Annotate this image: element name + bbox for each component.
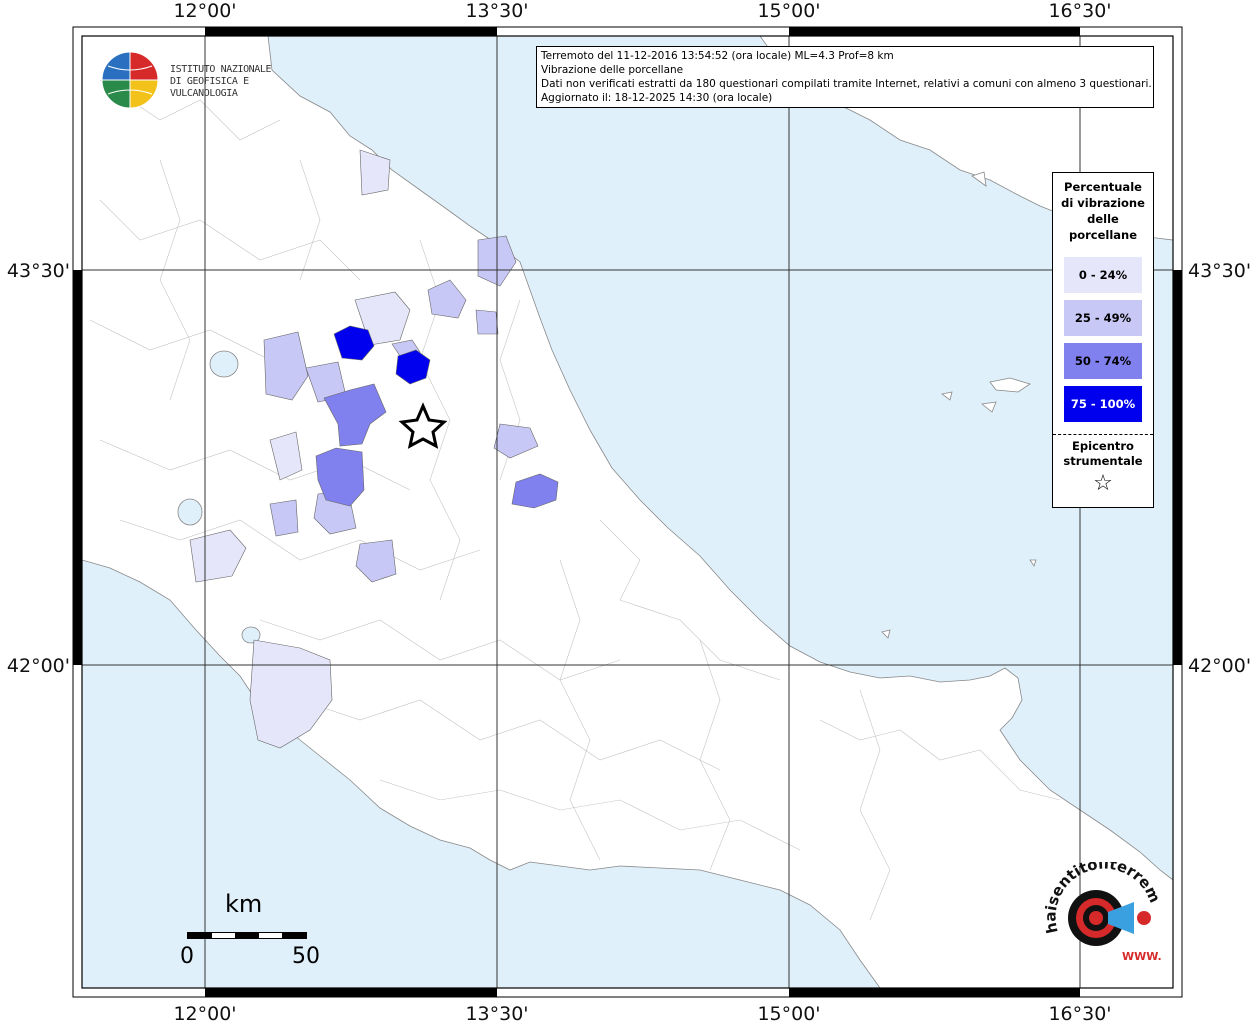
legend-star-icon: ☆ [1093, 471, 1113, 496]
tick-bottom-4: 16°30' [1048, 1003, 1111, 1024]
haisentito-logo: haisentitoilterremoto.it WWW. [1035, 848, 1175, 982]
globe-icon [101, 51, 159, 109]
tick-bottom-2: 13°30' [465, 1003, 528, 1024]
tick-bottom-3: 15°00' [757, 1003, 820, 1024]
parameter-name: Vibrazione delle porcellane [541, 64, 684, 76]
legend: Percentuale di vibrazione delle porcella… [1052, 172, 1154, 508]
event-info-box: Terremoto del 11-12-2016 13:54:52 (ora l… [536, 46, 1154, 108]
tick-top-4: 16°30' [1048, 0, 1111, 22]
tick-left-1: 43°30' [7, 260, 70, 282]
lake-bolsena [177, 498, 203, 526]
institute-name-line1: ISTITUTO NAZIONALE [170, 64, 272, 75]
update-time: Aggiornato il: 18-12-2025 14:30 (ora loc… [541, 92, 773, 104]
legend-epicenter-line: Epicentro [1072, 439, 1134, 453]
legend-class-50-74: 50 - 74% [1064, 343, 1142, 379]
legend-title-line: Percentuale [1064, 180, 1142, 194]
legend-title-line: delle [1087, 212, 1119, 226]
event-title: Terremoto del 11-12-2016 13:54:52 (ora l… [541, 50, 894, 62]
scale-bar-graphic [187, 932, 307, 939]
legend-title-line: porcellane [1068, 228, 1138, 242]
legend-epicenter-label: Epicentro strumentale [1053, 439, 1153, 469]
tick-top-1: 12°00' [173, 0, 236, 22]
legend-title-line: di vibrazione [1061, 196, 1145, 210]
tick-top-3: 15°00' [757, 0, 820, 22]
scale-bar: km 0 50 [180, 888, 320, 978]
logo-www: WWW. [1122, 950, 1162, 963]
data-note: Dati non verificati estratti da 180 ques… [541, 78, 1152, 90]
tick-bottom-1: 12°00' [173, 1003, 236, 1024]
legend-epicenter-line: strumentale [1063, 454, 1143, 468]
institute-logo: ISTITUTO NAZIONALE DI GEOFISICA E VULCAN… [100, 50, 310, 110]
legend-class-75-100: 75 - 100% [1064, 386, 1142, 422]
legend-separator [1053, 434, 1153, 435]
legend-title: Percentuale di vibrazione delle porcella… [1053, 179, 1153, 243]
tick-top-2: 13°30' [465, 0, 528, 22]
legend-class-25-49: 25 - 49% [1064, 300, 1142, 336]
tick-left-2: 42°00' [7, 655, 70, 677]
legend-class-0-24: 0 - 24% [1064, 257, 1142, 293]
tick-right-1: 43°30' [1188, 260, 1251, 282]
lake-trasimeno [209, 350, 239, 378]
scale-max: 50 [292, 944, 320, 969]
scale-unit: km [225, 890, 263, 918]
institute-name-line2: DI GEOFISICA E VULCANOLOGIA [170, 76, 249, 99]
area-25-49 [475, 309, 499, 335]
haisentito-logo-icon: haisentitoilterremoto.it WWW. [1035, 848, 1164, 963]
tick-right-2: 42°00' [1188, 655, 1251, 677]
scale-min: 0 [180, 944, 194, 969]
